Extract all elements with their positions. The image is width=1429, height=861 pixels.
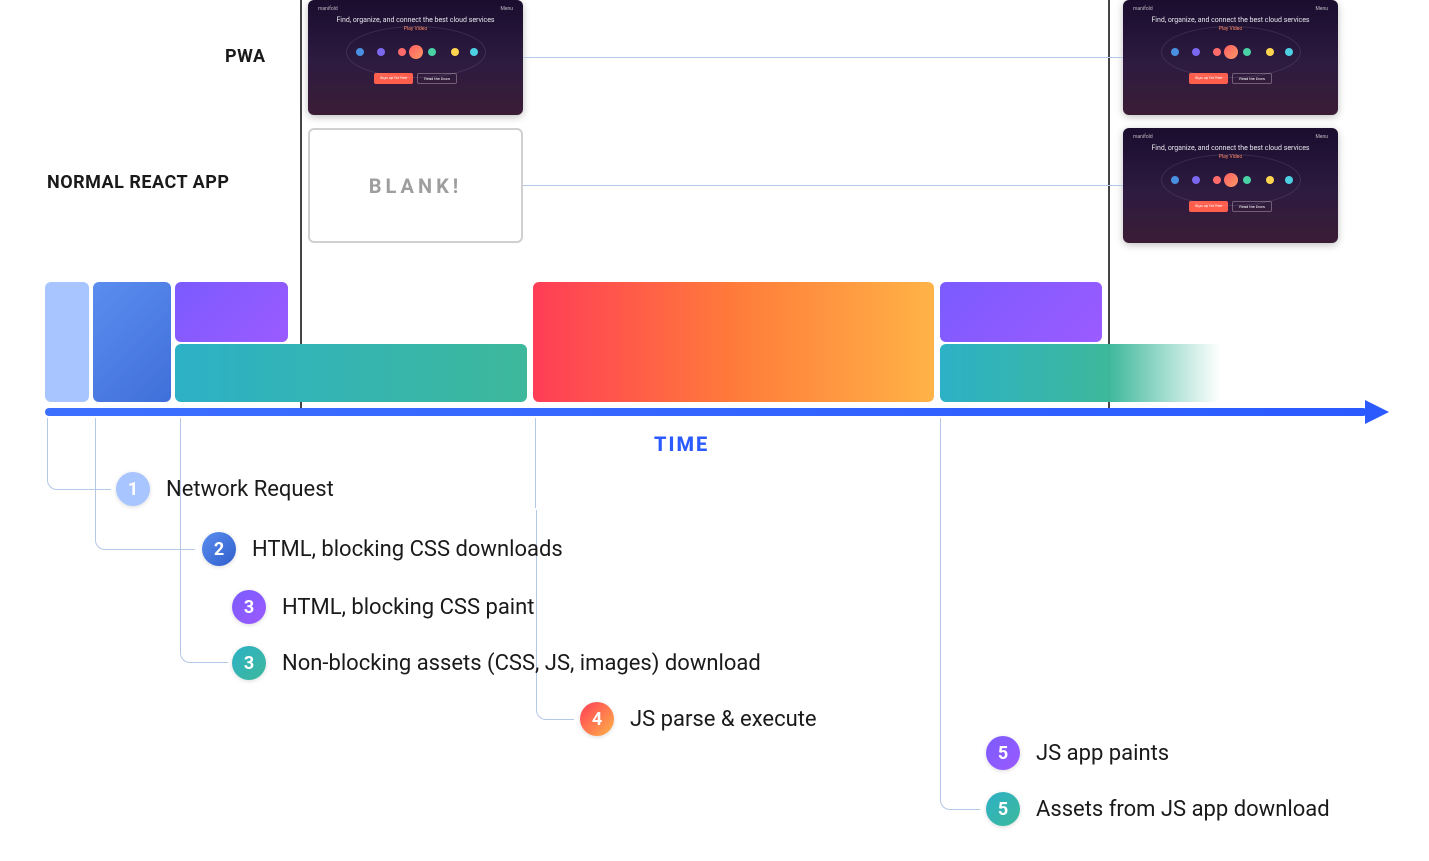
elbow-5 xyxy=(940,418,980,810)
time-axis-arrow xyxy=(45,408,1367,416)
thumb-headline: Find, organize, and connect the best clo… xyxy=(336,16,494,24)
connector-pwa xyxy=(523,57,1123,58)
bar-network-request xyxy=(45,282,89,402)
thumb-topbar: manifold Menu xyxy=(318,6,513,12)
screenshot-normal-blank: BLANK! xyxy=(308,128,523,243)
row-label-normal: NORMAL REACT APP xyxy=(47,172,229,193)
time-axis-label: TIME xyxy=(654,432,709,456)
bar-html-css-download xyxy=(93,282,171,402)
legend-item-3a: 3 HTML, blocking CSS paint xyxy=(232,590,535,624)
legend-item-1: 1 Network Request xyxy=(116,472,334,506)
bar-html-css-paint xyxy=(175,282,288,342)
legend-badge: 4 xyxy=(580,702,614,736)
screenshot-pwa-first-paint: manifold Menu Find, organize, and connec… xyxy=(308,0,523,115)
legend-badge: 1 xyxy=(116,472,150,506)
legend-text: Non-blocking assets (CSS, JS, images) do… xyxy=(282,651,761,676)
bar-js-app-assets xyxy=(940,344,1220,402)
legend-text: JS app paints xyxy=(1036,741,1169,766)
timeline-bars xyxy=(45,282,1384,412)
screenshot-normal-final: manifoldMenu Find, organize, and connect… xyxy=(1123,128,1338,243)
legend-badge: 5 xyxy=(986,792,1020,826)
legend-badge: 5 xyxy=(986,736,1020,770)
legend-item-2: 2 HTML, blocking CSS downloads xyxy=(202,532,563,566)
bar-nonblocking-assets xyxy=(175,344,527,402)
legend-text: JS parse & execute xyxy=(630,707,817,732)
legend-text: HTML, blocking CSS paint xyxy=(282,595,535,620)
row-label-pwa: PWA xyxy=(225,46,266,67)
time-tick xyxy=(535,418,536,508)
legend-item-5a: 5 JS app paints xyxy=(986,736,1169,770)
pwa-vs-normal-timeline-diagram: PWA NORMAL REACT APP manifold Menu Find,… xyxy=(0,0,1429,861)
menu-label: Menu xyxy=(500,6,513,12)
legend-item-5b: 5 Assets from JS app download xyxy=(986,792,1330,826)
legend-item-4: 4 JS parse & execute xyxy=(580,702,817,736)
legend-text: Network Request xyxy=(166,477,334,502)
brand-label: manifold xyxy=(318,6,338,12)
legend-badge: 2 xyxy=(202,532,236,566)
legend-text: Assets from JS app download xyxy=(1036,797,1330,822)
connector-normal xyxy=(523,185,1123,186)
legend-badge: 3 xyxy=(232,646,266,680)
bar-js-parse-execute xyxy=(533,282,934,402)
legend-item-3b: 3 Non-blocking assets (CSS, JS, images) … xyxy=(232,646,761,680)
bar-js-app-paints xyxy=(940,282,1102,342)
screenshot-pwa-final: manifoldMenu Find, organize, and connect… xyxy=(1123,0,1338,115)
legend-badge: 3 xyxy=(232,590,266,624)
orbit-graphic xyxy=(346,35,486,69)
legend-text: HTML, blocking CSS downloads xyxy=(252,537,563,562)
